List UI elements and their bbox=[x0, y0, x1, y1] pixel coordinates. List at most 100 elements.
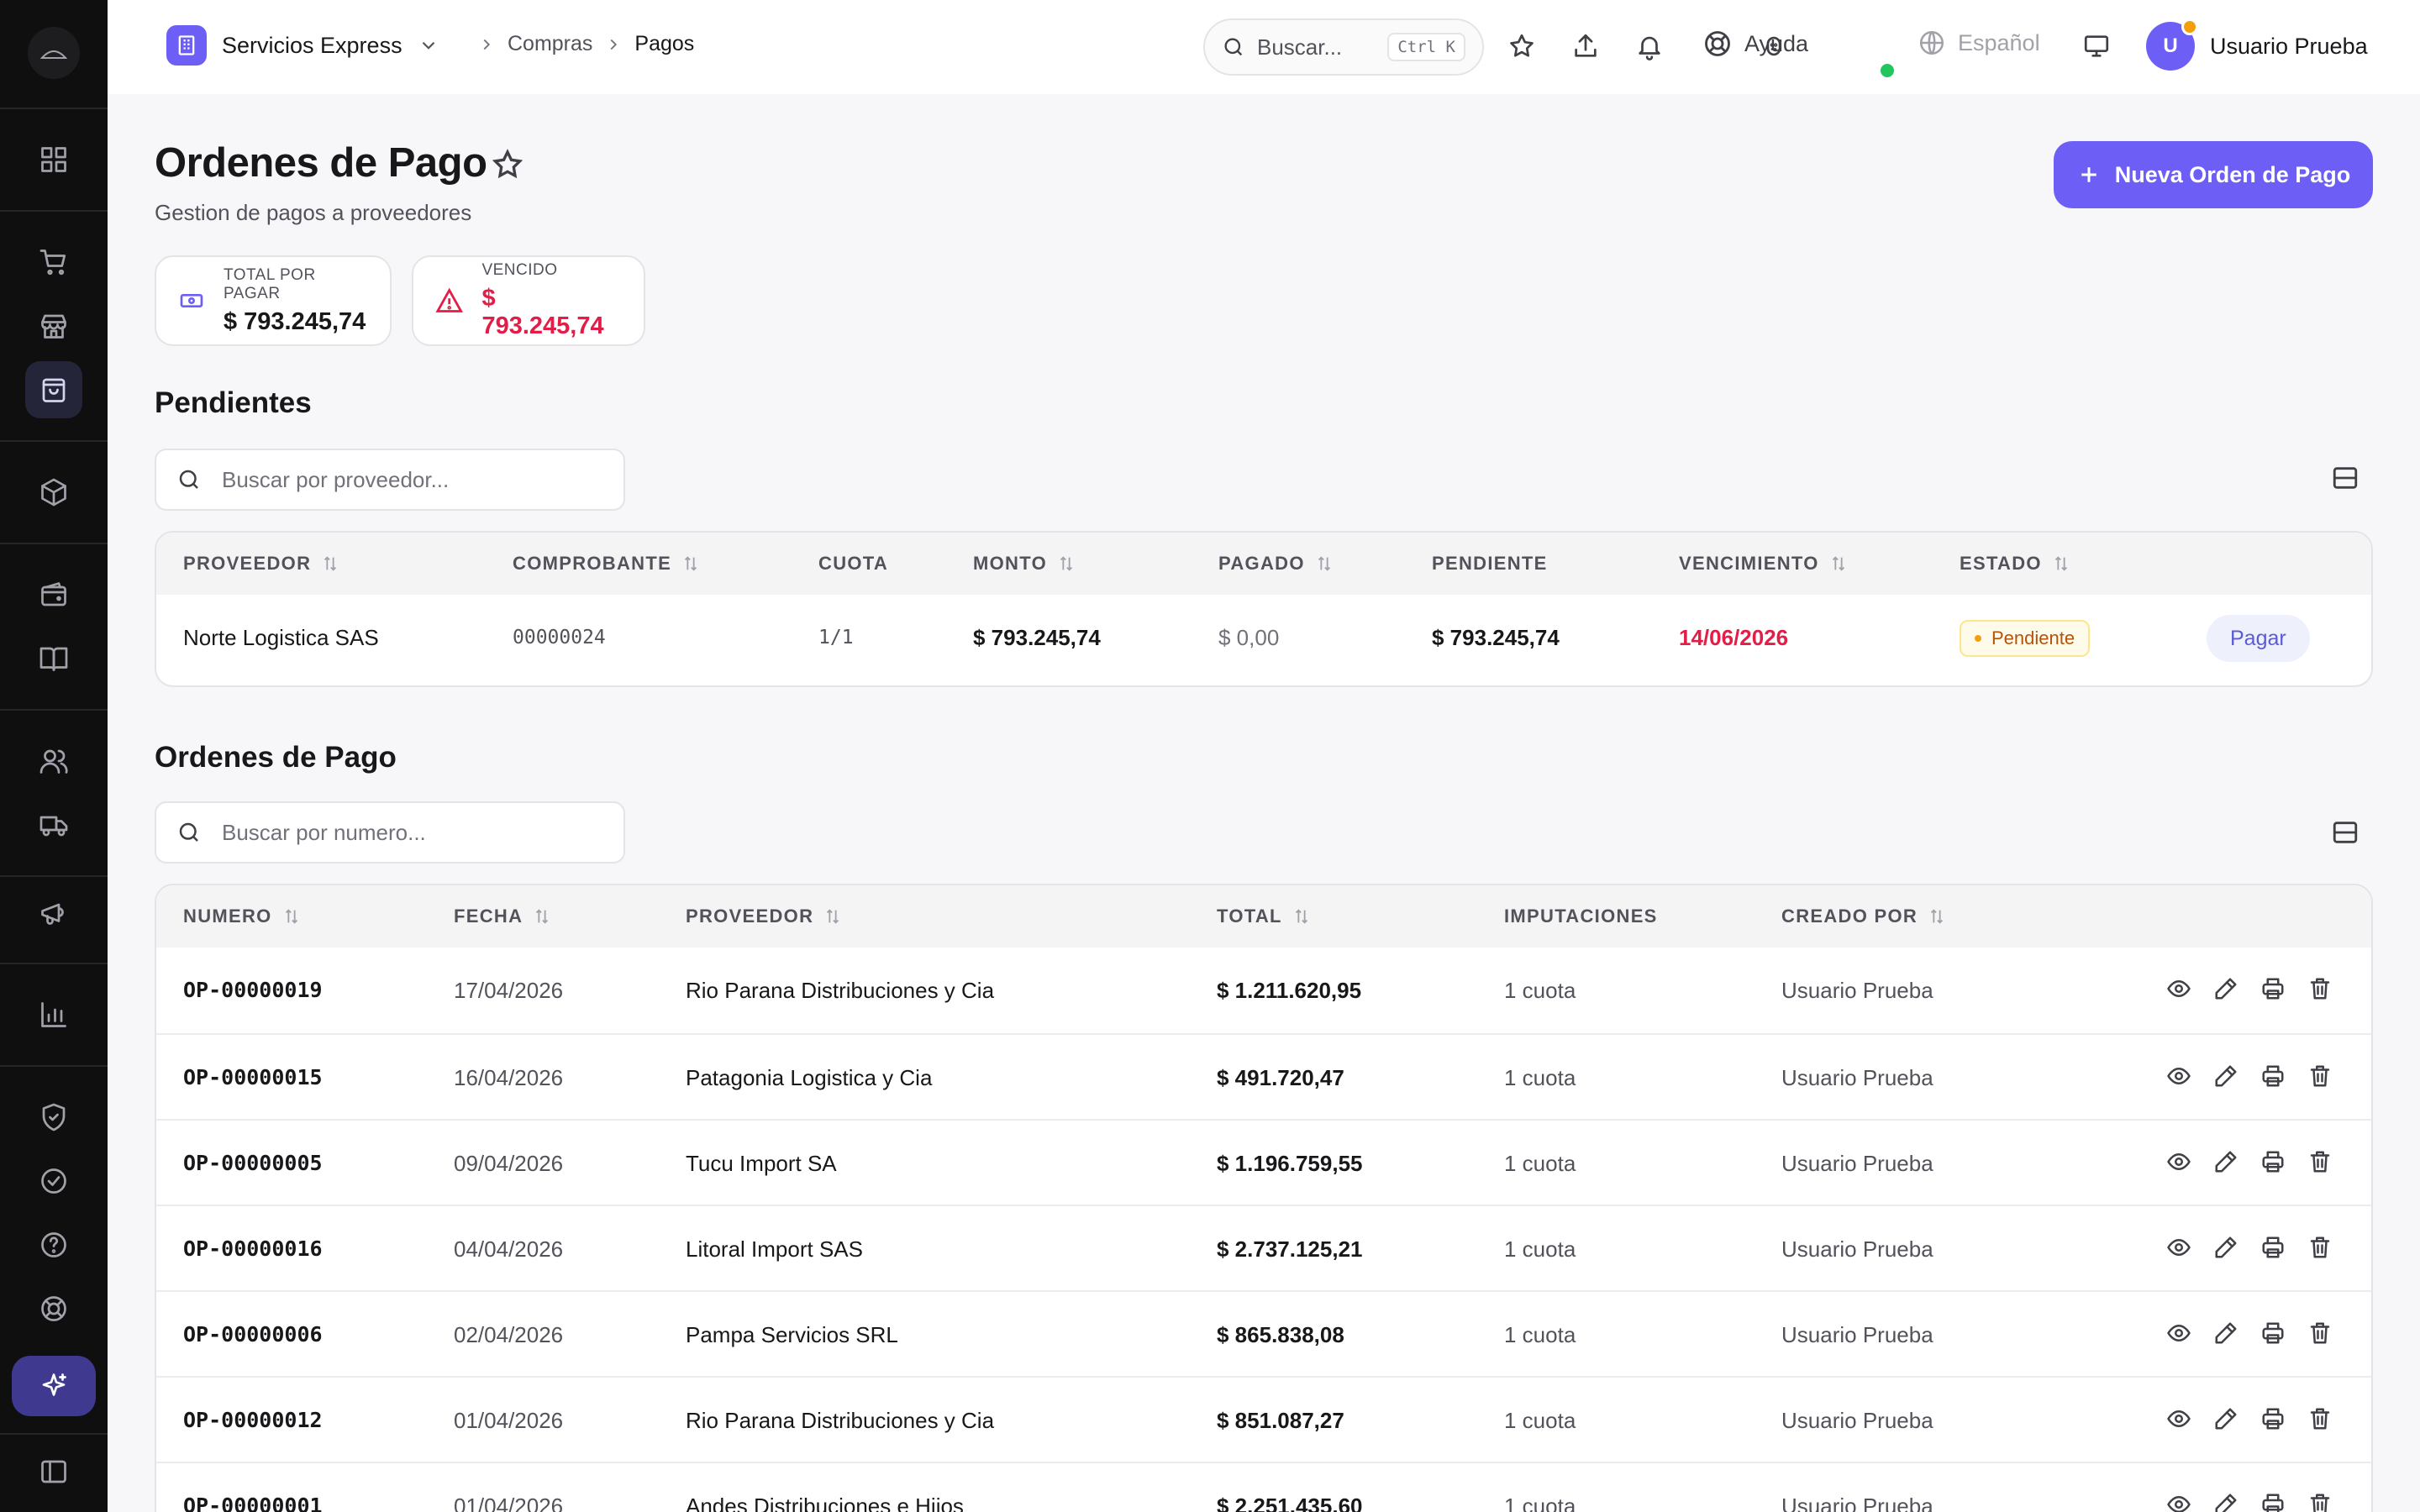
pending-search[interactable] bbox=[155, 449, 625, 511]
col-fecha[interactable]: FECHA bbox=[454, 906, 551, 927]
display-mode-button[interactable] bbox=[2079, 29, 2114, 64]
table-row[interactable]: OP-00000001 01/04/2026 Andes Distribucio… bbox=[156, 1462, 2371, 1512]
col-vencimiento[interactable]: VENCIMIENTO bbox=[1679, 553, 1848, 575]
cell-vencimiento: 14/06/2026 bbox=[1679, 625, 1789, 650]
cell-creado-por: Usuario Prueba bbox=[1781, 1236, 1933, 1262]
delete-button[interactable] bbox=[2306, 1147, 2334, 1176]
table-row[interactable]: Norte Logistica SAS 00000024 1/1 $ 793.2… bbox=[156, 595, 2371, 680]
delete-button[interactable] bbox=[2306, 1062, 2334, 1090]
sidebar-item-soporte[interactable] bbox=[25, 1280, 82, 1337]
orders-columns-toggle[interactable] bbox=[2331, 818, 2361, 848]
share-button[interactable] bbox=[1568, 29, 1603, 64]
language-selector[interactable]: Español bbox=[1918, 29, 2040, 57]
user-notification-dot bbox=[2181, 18, 2198, 35]
edit-button[interactable] bbox=[2212, 1490, 2240, 1512]
pencil-icon bbox=[2215, 1151, 2237, 1173]
col-total[interactable]: TOTAL bbox=[1217, 906, 1311, 927]
orders-search[interactable] bbox=[155, 801, 625, 864]
app-logo[interactable] bbox=[28, 27, 80, 79]
wallet-icon bbox=[41, 582, 66, 606]
view-button[interactable] bbox=[2165, 1062, 2193, 1090]
favorite-page-button[interactable] bbox=[491, 148, 524, 181]
favorites-button[interactable] bbox=[1504, 29, 1539, 64]
pending-search-input[interactable] bbox=[222, 466, 603, 493]
user-menu[interactable]: U Usuario Prueba bbox=[2146, 18, 2368, 71]
print-button[interactable] bbox=[2259, 1147, 2287, 1176]
sidebar-item-logistica[interactable] bbox=[25, 796, 82, 853]
sidebar-item-ayuda[interactable] bbox=[25, 1216, 82, 1273]
sidebar-item-productos[interactable] bbox=[25, 464, 82, 521]
printer-icon bbox=[2262, 1151, 2284, 1173]
delete-button[interactable] bbox=[2306, 1404, 2334, 1433]
sidebar-collapse-button[interactable] bbox=[25, 1443, 82, 1500]
edit-button[interactable] bbox=[2212, 1147, 2240, 1176]
table-row[interactable]: OP-00000019 17/04/2026 Rio Parana Distri… bbox=[156, 948, 2371, 1033]
table-row[interactable]: OP-00000005 09/04/2026 Tucu Import SA $ … bbox=[156, 1119, 2371, 1205]
sort-icon bbox=[285, 909, 297, 924]
pending-columns-toggle[interactable] bbox=[2331, 464, 2361, 494]
new-payment-order-button[interactable]: Nueva Orden de Pago bbox=[2054, 141, 2373, 208]
delete-button[interactable] bbox=[2306, 1490, 2334, 1512]
sidebar-item-compras[interactable] bbox=[25, 361, 82, 418]
print-button[interactable] bbox=[2259, 1490, 2287, 1512]
col-pagado[interactable]: PAGADO bbox=[1218, 553, 1334, 575]
view-button[interactable] bbox=[2165, 1233, 2193, 1262]
sidebar-item-ventas[interactable] bbox=[25, 234, 82, 291]
col-imputaciones: IMPUTACIONES bbox=[1504, 906, 1658, 927]
delete-button[interactable] bbox=[2306, 974, 2334, 1003]
sidebar-item-seguridad[interactable] bbox=[25, 1089, 82, 1146]
edit-button[interactable] bbox=[2212, 1233, 2240, 1262]
notifications-button[interactable] bbox=[1632, 29, 1667, 64]
trash-icon bbox=[2310, 1236, 2330, 1258]
col-monto[interactable]: MONTO bbox=[973, 553, 1076, 575]
print-button[interactable] bbox=[2259, 1233, 2287, 1262]
table-row[interactable]: OP-00000015 16/04/2026 Patagonia Logisti… bbox=[156, 1033, 2371, 1119]
print-button[interactable] bbox=[2259, 1319, 2287, 1347]
sort-icon bbox=[827, 909, 839, 924]
edit-button[interactable] bbox=[2212, 974, 2240, 1003]
print-button[interactable] bbox=[2259, 1062, 2287, 1090]
sidebar-item-dashboard[interactable] bbox=[25, 131, 82, 188]
view-button[interactable] bbox=[2165, 1490, 2193, 1512]
pay-button[interactable]: Pagar bbox=[2207, 615, 2310, 662]
delete-button[interactable] bbox=[2306, 1233, 2334, 1262]
global-search[interactable]: Buscar... Ctrl K bbox=[1203, 18, 1484, 76]
sidebar-item-contactos[interactable] bbox=[25, 732, 82, 790]
sidebar-item-tienda[interactable] bbox=[25, 297, 82, 354]
edit-button[interactable] bbox=[2212, 1319, 2240, 1347]
online-status-dot bbox=[1881, 64, 1894, 77]
edit-button[interactable] bbox=[2212, 1062, 2240, 1090]
sidebar-item-marketing[interactable] bbox=[25, 884, 82, 941]
sidebar-divider bbox=[0, 709, 108, 711]
breadcrumb-compras[interactable]: Compras bbox=[508, 32, 592, 56]
col-estado[interactable]: ESTADO bbox=[1960, 553, 2070, 575]
view-button[interactable] bbox=[2165, 1404, 2193, 1433]
view-button[interactable] bbox=[2165, 1147, 2193, 1176]
view-button[interactable] bbox=[2165, 974, 2193, 1003]
edit-button[interactable] bbox=[2212, 1404, 2240, 1433]
view-button[interactable] bbox=[2165, 1319, 2193, 1347]
print-button[interactable] bbox=[2259, 974, 2287, 1003]
table-row[interactable]: OP-00000012 01/04/2026 Rio Parana Distri… bbox=[156, 1376, 2371, 1462]
col-numero[interactable]: NUMERO bbox=[183, 906, 301, 927]
table-row[interactable]: OP-00000016 04/04/2026 Litoral Import SA… bbox=[156, 1205, 2371, 1290]
cell-numero: OP-00000012 bbox=[183, 1408, 323, 1432]
cell-numero: OP-00000006 bbox=[183, 1322, 323, 1347]
table-row[interactable]: OP-00000006 02/04/2026 Pampa Servicios S… bbox=[156, 1290, 2371, 1376]
col-proveedor[interactable]: PROVEEDOR bbox=[183, 553, 339, 575]
eye-icon bbox=[2167, 1325, 2191, 1341]
sidebar-item-reportes[interactable] bbox=[25, 986, 82, 1043]
delete-button[interactable] bbox=[2306, 1319, 2334, 1347]
print-button[interactable] bbox=[2259, 1404, 2287, 1433]
sidebar-item-finanzas[interactable] bbox=[25, 566, 82, 623]
sidebar-item-asistente-ia[interactable] bbox=[12, 1356, 96, 1416]
sidebar-item-contabilidad[interactable] bbox=[25, 630, 82, 687]
col-proveedor[interactable]: PROVEEDOR bbox=[686, 906, 842, 927]
company-switcher[interactable]: Servicios Express bbox=[166, 25, 439, 66]
assistant-button[interactable] bbox=[1756, 29, 1791, 64]
col-creado-por[interactable]: CREADO POR bbox=[1781, 906, 1946, 927]
sidebar-item-tareas[interactable] bbox=[25, 1152, 82, 1210]
cell-proveedor: Andes Distribuciones e Hijos bbox=[686, 1494, 964, 1512]
col-comprobante[interactable]: COMPROBANTE bbox=[513, 553, 700, 575]
orders-search-input[interactable] bbox=[222, 819, 603, 846]
